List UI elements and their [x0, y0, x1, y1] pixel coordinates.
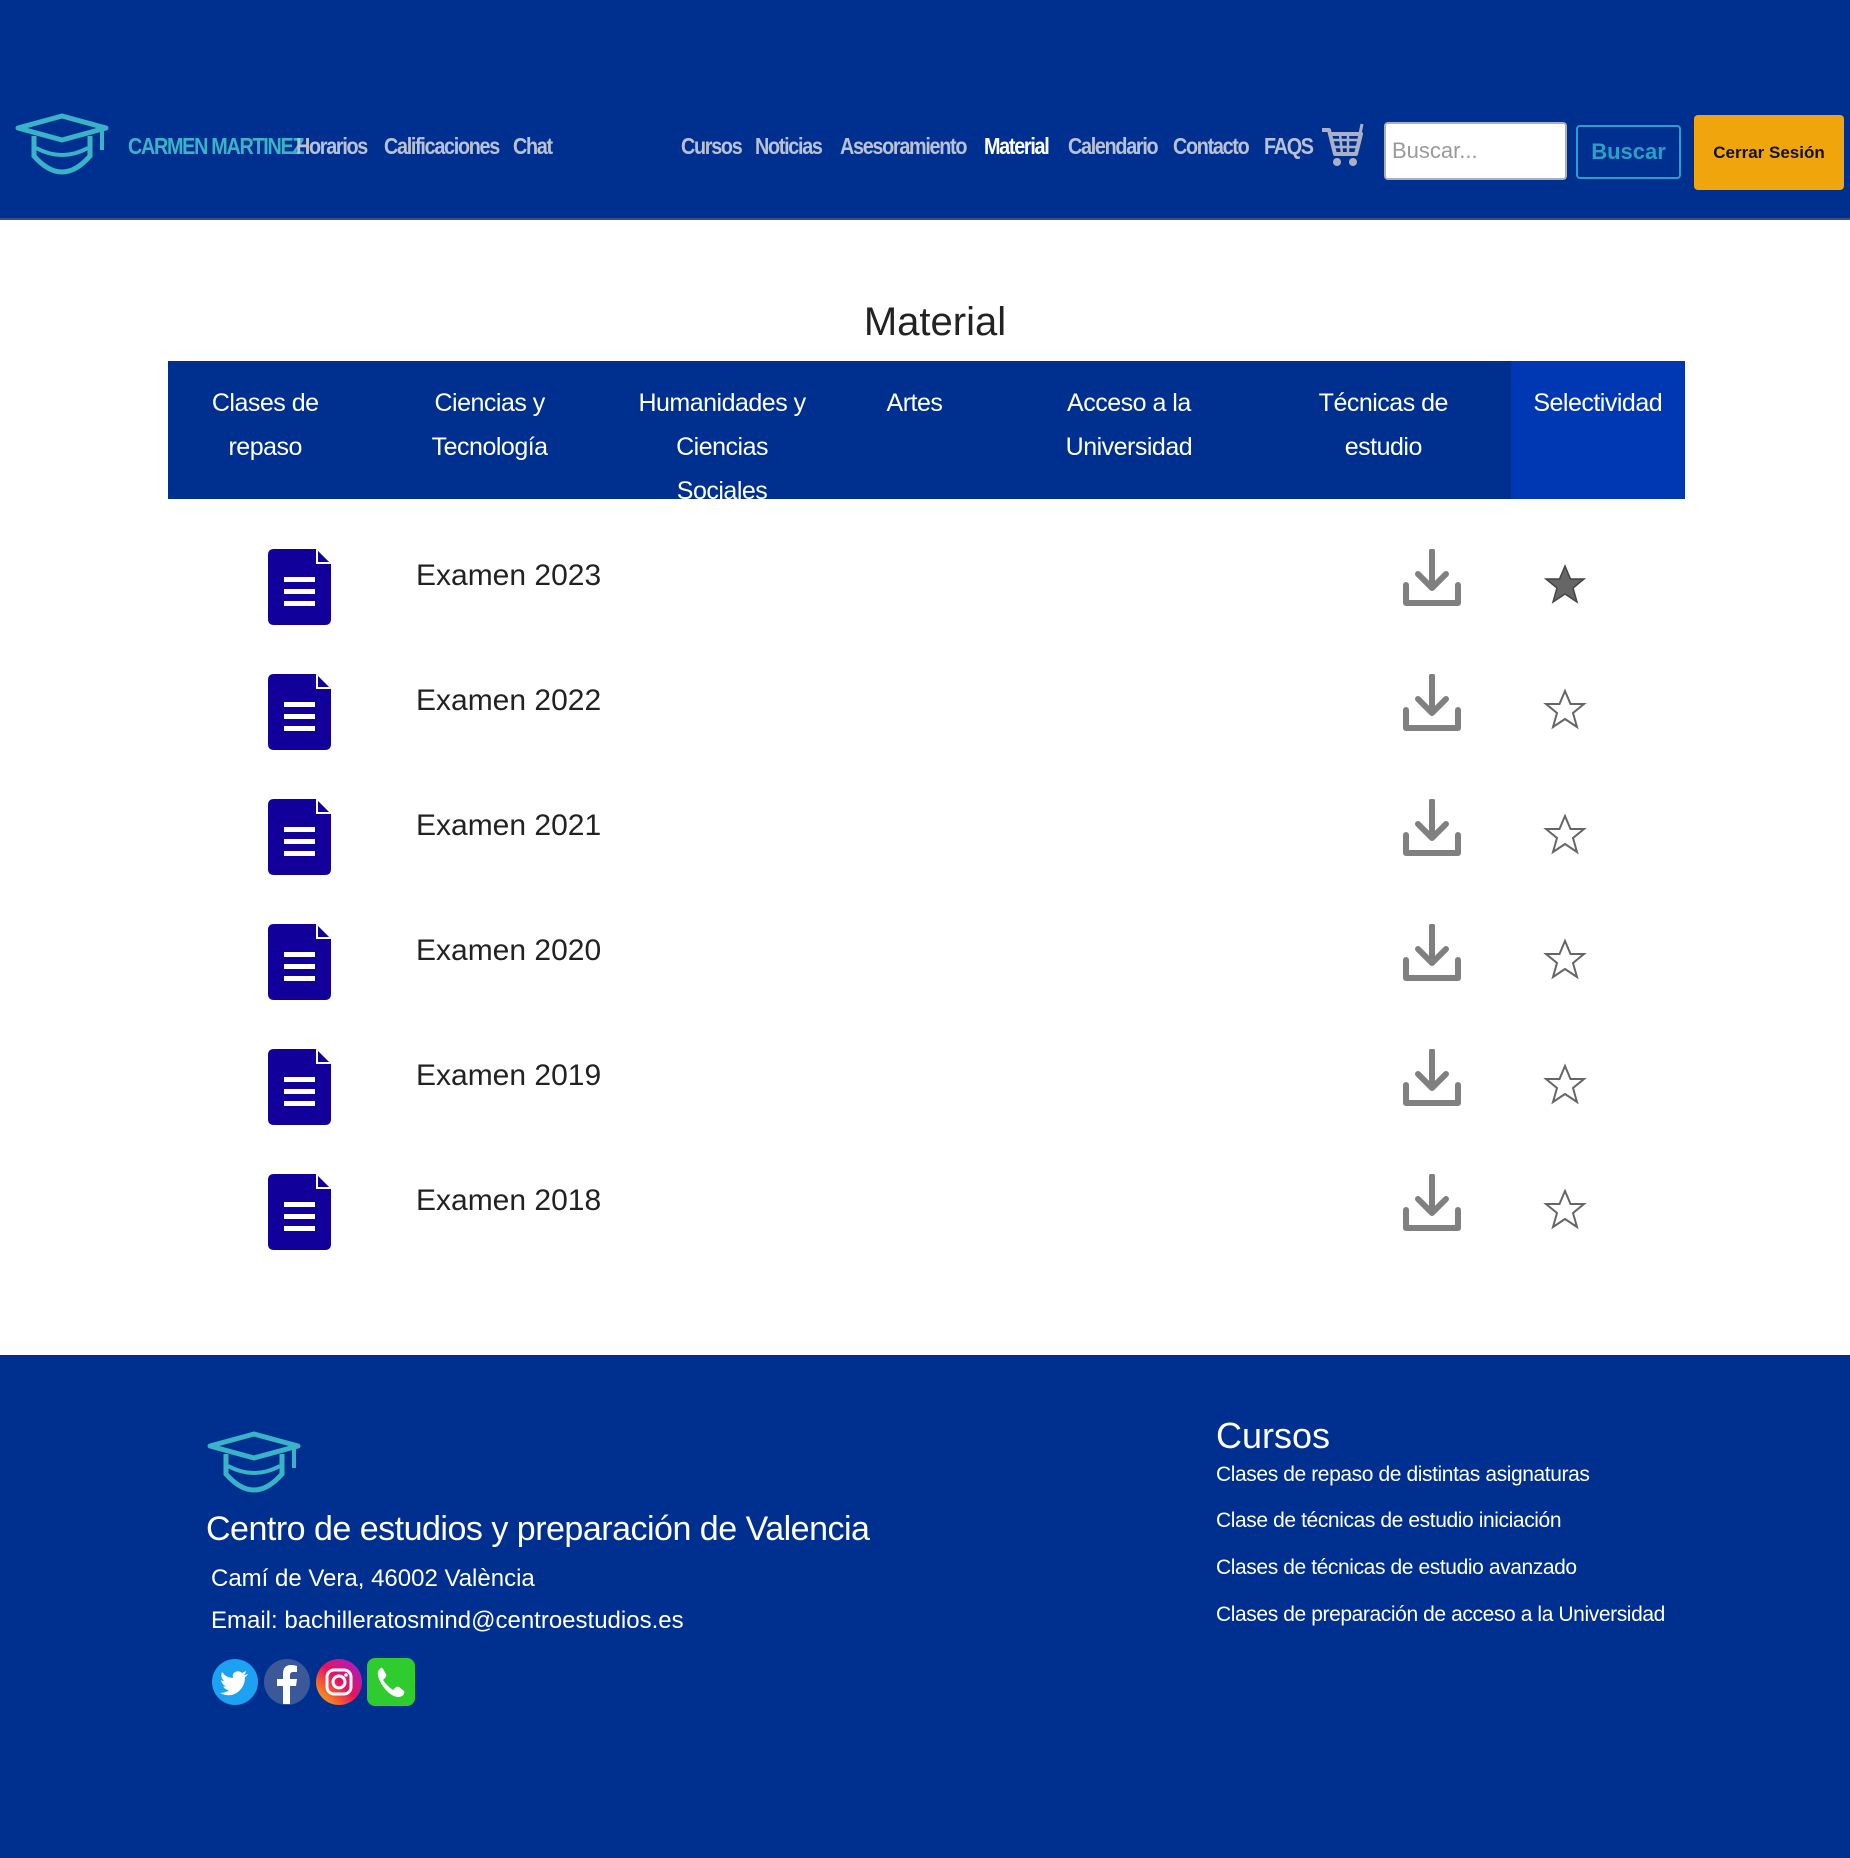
list-item: Examen 2020	[0, 912, 1850, 1012]
twitter-icon[interactable]	[211, 1658, 259, 1706]
document-icon	[268, 799, 331, 875]
footer-course-link[interactable]: Clases de técnicas de estudio avanzado	[1216, 1556, 1577, 1580]
download-icon[interactable]	[1402, 924, 1462, 984]
nav-noticias[interactable]: Noticias	[755, 133, 823, 160]
nav-faqs[interactable]: FAQS	[1264, 133, 1314, 160]
instagram-icon[interactable]	[315, 1658, 363, 1706]
tab-humanidades-y-ciencias-sociales[interactable]: Humanidades y Ciencias Sociales	[617, 361, 827, 505]
shopping-cart-icon[interactable]	[1320, 120, 1364, 170]
star-outline-icon[interactable]	[1543, 1063, 1587, 1107]
list-item: Examen 2023	[0, 537, 1850, 637]
tab-selectividad[interactable]: Selectividad	[1510, 361, 1685, 499]
graduation-cap-logo[interactable]	[14, 112, 110, 182]
footer-course-link[interactable]: Clases de preparación de acceso a la Uni…	[1216, 1603, 1665, 1627]
document-icon	[268, 549, 331, 625]
footer-email[interactable]: Email: bachilleratosmind@centroestudios.…	[211, 1607, 684, 1635]
file-label[interactable]: Examen 2019	[416, 1059, 601, 1093]
nav-user-name[interactable]: CARMEN MARTINEZ	[128, 133, 304, 160]
nav-horarios[interactable]: Horarios	[296, 133, 368, 160]
search-input[interactable]	[1384, 122, 1567, 180]
tab-ciencias-y-tecnologia[interactable]: Ciencias y Tecnología	[362, 361, 616, 499]
nav-material[interactable]: Material	[984, 133, 1050, 160]
document-icon	[268, 1174, 331, 1250]
document-icon	[268, 1049, 331, 1125]
nav-calendario[interactable]: Calendario	[1068, 133, 1159, 160]
download-icon[interactable]	[1402, 1049, 1462, 1109]
tab-tecnicas-de-estudio[interactable]: Técnicas de estudio	[1256, 361, 1510, 499]
nav-chat[interactable]: Chat	[513, 133, 553, 160]
list-item: Examen 2018	[0, 1162, 1850, 1262]
facebook-icon[interactable]	[263, 1658, 311, 1706]
download-icon[interactable]	[1402, 674, 1462, 734]
star-outline-icon[interactable]	[1543, 1188, 1587, 1232]
list-item: Examen 2019	[0, 1037, 1850, 1137]
search-button[interactable]: Buscar	[1576, 125, 1681, 179]
footer-title: Centro de estudios y preparación de Vale…	[206, 1510, 870, 1548]
nav-contacto[interactable]: Contacto	[1173, 133, 1250, 160]
nav-asesoramiento[interactable]: Asesoramiento	[840, 133, 967, 160]
page-title: Material	[863, 300, 1007, 344]
nav-cursos[interactable]: Cursos	[681, 133, 743, 160]
category-tabs: Clases de repaso Ciencias y Tecnología H…	[168, 361, 1685, 505]
footer-courses-heading: Cursos	[1216, 1415, 1331, 1456]
list-item: Examen 2022	[0, 662, 1850, 762]
download-icon[interactable]	[1402, 1174, 1462, 1234]
tab-artes[interactable]: Artes	[827, 361, 1001, 499]
download-icon[interactable]	[1402, 799, 1462, 859]
graduation-cap-logo	[207, 1431, 301, 1493]
file-label[interactable]: Examen 2020	[416, 934, 601, 968]
logout-button[interactable]: Cerrar Sesión	[1694, 115, 1844, 190]
footer: Centro de estudios y preparación de Vale…	[0, 1355, 1850, 1858]
tab-clases-de-repaso[interactable]: Clases de repaso	[168, 361, 362, 499]
document-icon	[268, 674, 331, 750]
top-navbar: CARMEN MARTINEZ Horarios Calificaciones …	[0, 0, 1850, 220]
footer-course-link[interactable]: Clases de repaso de distintas asignatura…	[1216, 1463, 1590, 1487]
footer-course-link[interactable]: Clase de técnicas de estudio iniciación	[1216, 1509, 1562, 1533]
star-outline-icon[interactable]	[1543, 688, 1587, 732]
file-label[interactable]: Examen 2021	[416, 809, 601, 843]
download-icon[interactable]	[1402, 549, 1462, 609]
list-item: Examen 2021	[0, 787, 1850, 887]
star-outline-icon[interactable]	[1543, 938, 1587, 982]
file-label[interactable]: Examen 2018	[416, 1184, 601, 1218]
footer-address: Camí de Vera, 46002 València	[211, 1565, 535, 1592]
tab-acceso-a-la-universidad[interactable]: Acceso a la Universidad	[1002, 361, 1256, 499]
star-filled-icon[interactable]	[1543, 563, 1587, 607]
file-label[interactable]: Examen 2022	[416, 684, 601, 718]
file-label[interactable]: Examen 2023	[416, 559, 601, 593]
nav-calificaciones[interactable]: Calificaciones	[384, 133, 500, 160]
phone-icon[interactable]	[367, 1658, 415, 1706]
star-outline-icon[interactable]	[1543, 813, 1587, 857]
document-icon	[268, 924, 331, 1000]
